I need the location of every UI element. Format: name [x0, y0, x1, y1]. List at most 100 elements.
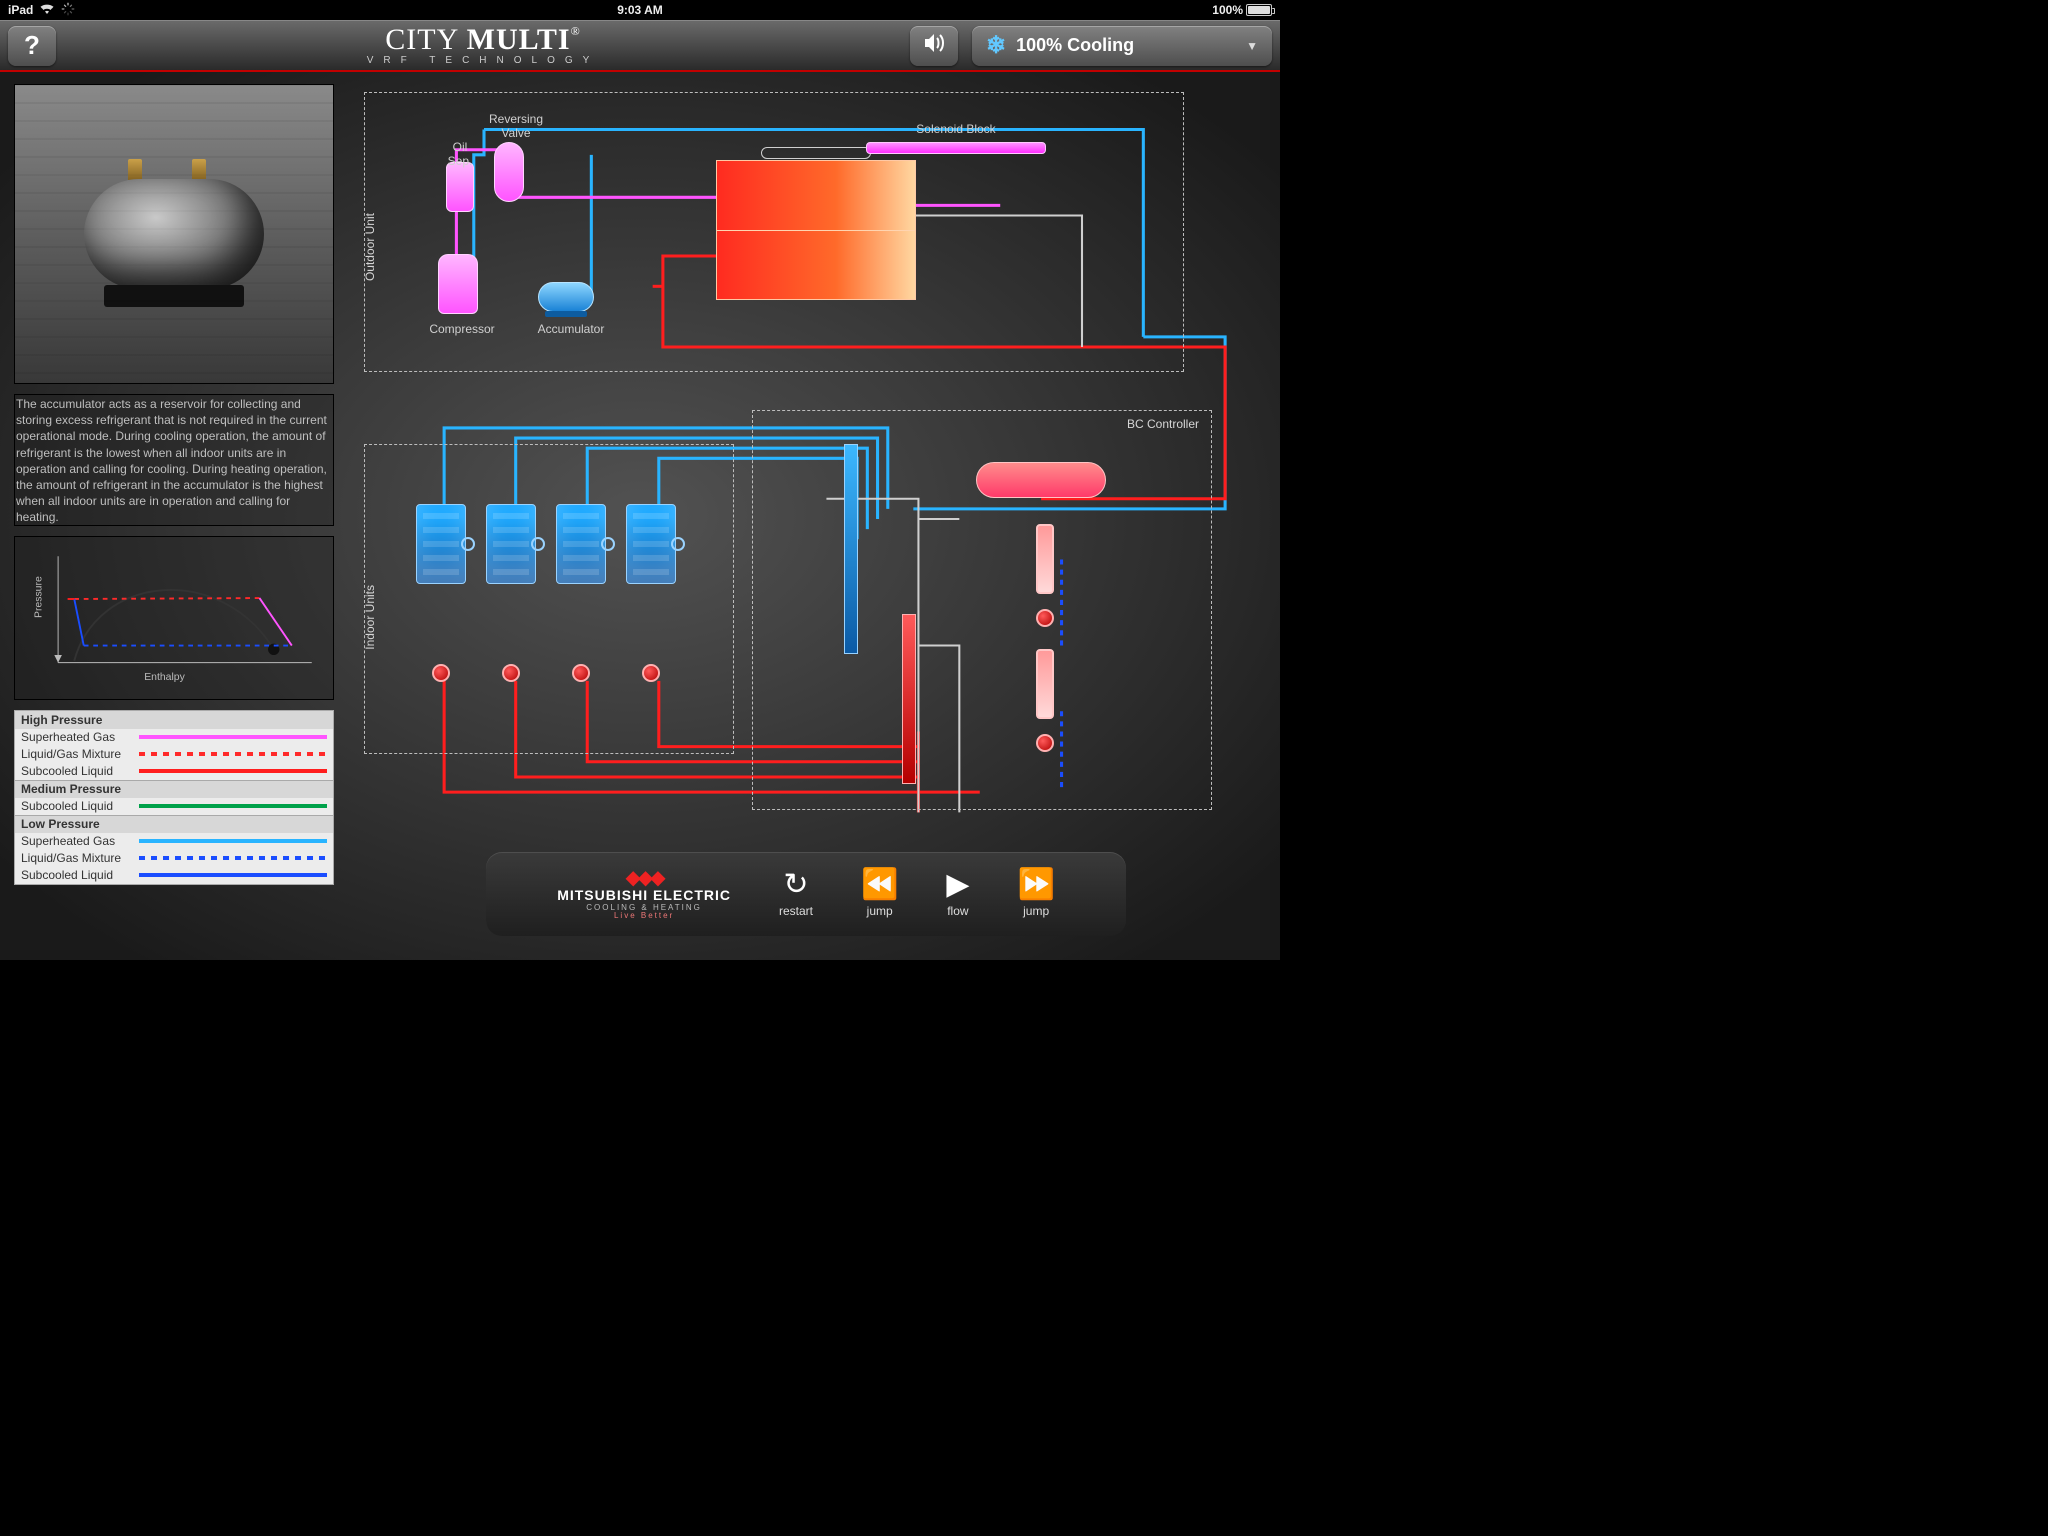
bc-subcool-hx-2-icon[interactable] [1036, 649, 1054, 719]
legend-header-hp: High Pressure [15, 711, 333, 729]
legend-row: Subcooled Liquid [15, 798, 333, 815]
fast-forward-icon: ⏩ [1017, 870, 1054, 900]
chevron-down-icon: ▼ [1246, 39, 1258, 53]
indoor-unit-3[interactable] [556, 504, 606, 584]
legend-row: Subcooled Liquid [15, 763, 333, 780]
indoor-units-region[interactable]: Indoor Units [364, 444, 734, 754]
legend: High Pressure Superheated Gas Liquid/Gas… [14, 710, 334, 885]
play-icon: ▶ [946, 870, 969, 900]
legend-row: Liquid/Gas Mixture [15, 850, 333, 867]
swatch-icon [139, 804, 327, 808]
jump-forward-label: jump [1023, 904, 1049, 918]
oil-separator-icon[interactable] [446, 162, 474, 212]
bc-controller-label: BC Controller [1127, 417, 1199, 431]
ph-ylabel: Pressure [34, 576, 45, 618]
indoor-unit-2[interactable] [486, 504, 536, 584]
sidebar: The accumulator acts as a reservoir for … [14, 84, 334, 954]
restart-icon: ↻ [783, 870, 808, 900]
ph-xlabel: Enthalpy [144, 671, 185, 682]
component-description: The accumulator acts as a reservoir for … [14, 394, 334, 526]
wifi-icon [39, 3, 55, 18]
solenoid-block-label: Solenoid Block [886, 122, 1026, 136]
legend-header-mp: Medium Pressure [15, 780, 333, 798]
play-button[interactable]: ▶ flow [946, 870, 969, 918]
oil-separator-label: Oil Sep. [438, 140, 482, 168]
bc-subcool-hx-1-icon[interactable] [1036, 524, 1054, 594]
reversing-valve-label: Reversing Valve [476, 112, 556, 140]
brand-sub2: Live Better [557, 912, 731, 920]
legend-label: Subcooled Liquid [21, 799, 131, 813]
legend-label: Liquid/Gas Mixture [21, 747, 131, 761]
jump-forward-button[interactable]: ⏩ jump [1017, 870, 1054, 918]
mitsubishi-logo: ◆◆◆ MITSUBISHI ELECTRIC COOLING & HEATIN… [557, 868, 731, 920]
legend-label: Liquid/Gas Mixture [21, 851, 131, 865]
swatch-icon [139, 873, 327, 877]
accumulator-3d-icon [84, 179, 264, 289]
restart-button[interactable]: ↻ restart [779, 870, 813, 918]
jump-back-button[interactable]: ⏪ jump [861, 870, 898, 918]
indoor-units-label: Indoor Units [363, 585, 377, 650]
rewind-icon: ⏪ [861, 870, 898, 900]
help-button[interactable]: ? [8, 26, 56, 66]
bc-receiver-icon[interactable] [976, 462, 1106, 498]
bc-eev-1-icon[interactable] [1036, 609, 1054, 627]
app-header: ? CITY MULTI® VRF TECHNOLOGY ❄ 100% Cool… [0, 20, 1280, 72]
mode-dropdown[interactable]: ❄ 100% Cooling ▼ [972, 26, 1272, 66]
swatch-icon [139, 752, 327, 756]
brand-word-1: CITY [385, 23, 458, 56]
help-icon: ? [24, 30, 40, 61]
bc-header-gas-icon[interactable] [844, 444, 858, 654]
bc-header-liquid-icon[interactable] [902, 614, 916, 784]
legend-label: Superheated Gas [21, 730, 131, 744]
eev-2-icon[interactable] [502, 664, 520, 682]
brand-subtitle: VRF TECHNOLOGY [367, 56, 600, 66]
ios-status-bar: iPad 9:03 AM 100% [0, 0, 1280, 20]
accumulator-icon[interactable] [538, 282, 594, 312]
speaker-icon [922, 32, 946, 60]
legend-label: Subcooled Liquid [21, 868, 131, 882]
legend-row: Superheated Gas [15, 729, 333, 746]
activity-spinner-icon [61, 2, 75, 19]
battery-indicator: 100% [1212, 3, 1272, 17]
legend-row: Liquid/Gas Mixture [15, 746, 333, 763]
outdoor-heat-exchanger-icon[interactable] [716, 160, 916, 300]
device-name: iPad [8, 3, 33, 17]
indoor-unit-1[interactable] [416, 504, 466, 584]
clock-text: 9:03 AM [617, 3, 663, 17]
playback-bar: ◆◆◆ MITSUBISHI ELECTRIC COOLING & HEATIN… [486, 852, 1126, 936]
legend-label: Superheated Gas [21, 834, 131, 848]
play-label: flow [947, 904, 968, 918]
solenoid-block-icon[interactable] [866, 142, 1046, 154]
battery-icon [1246, 4, 1272, 16]
refrigerant-diagram[interactable]: Outdoor Unit Oil Sep. Reversing Valve Co… [346, 84, 1266, 954]
eev-3-icon[interactable] [572, 664, 590, 682]
swatch-icon [139, 856, 327, 860]
brand-logo: CITY MULTI® VRF TECHNOLOGY [367, 25, 600, 66]
snowflake-icon: ❄ [986, 31, 1006, 60]
indoor-unit-4[interactable] [626, 504, 676, 584]
swatch-icon [139, 839, 327, 843]
outdoor-unit-label: Outdoor Unit [363, 213, 377, 281]
jump-back-label: jump [867, 904, 893, 918]
compressor-icon[interactable] [438, 254, 478, 314]
ph-diagram[interactable]: Enthalpy Pressure [14, 536, 334, 700]
mode-dropdown-label: 100% Cooling [1016, 35, 1134, 56]
battery-pct: 100% [1212, 3, 1243, 17]
legend-row: Subcooled Liquid [15, 867, 333, 884]
eev-1-icon[interactable] [432, 664, 450, 682]
accumulator-label: Accumulator [526, 322, 616, 336]
sound-toggle-button[interactable] [910, 26, 958, 66]
brand-registered: ® [571, 24, 581, 38]
bc-eev-2-icon[interactable] [1036, 734, 1054, 752]
legend-row: Superheated Gas [15, 833, 333, 850]
component-3d-image[interactable] [14, 84, 334, 384]
legend-label: Subcooled Liquid [21, 764, 131, 778]
legend-header-lp: Low Pressure [15, 815, 333, 833]
swatch-icon [139, 735, 327, 739]
restart-label: restart [779, 904, 813, 918]
reversing-valve-icon[interactable] [494, 142, 524, 202]
diamond-logo-icon: ◆◆◆ [557, 868, 731, 888]
brand-mitsubishi: MITSUBISHI [557, 887, 648, 903]
eev-4-icon[interactable] [642, 664, 660, 682]
swatch-icon [139, 769, 327, 773]
